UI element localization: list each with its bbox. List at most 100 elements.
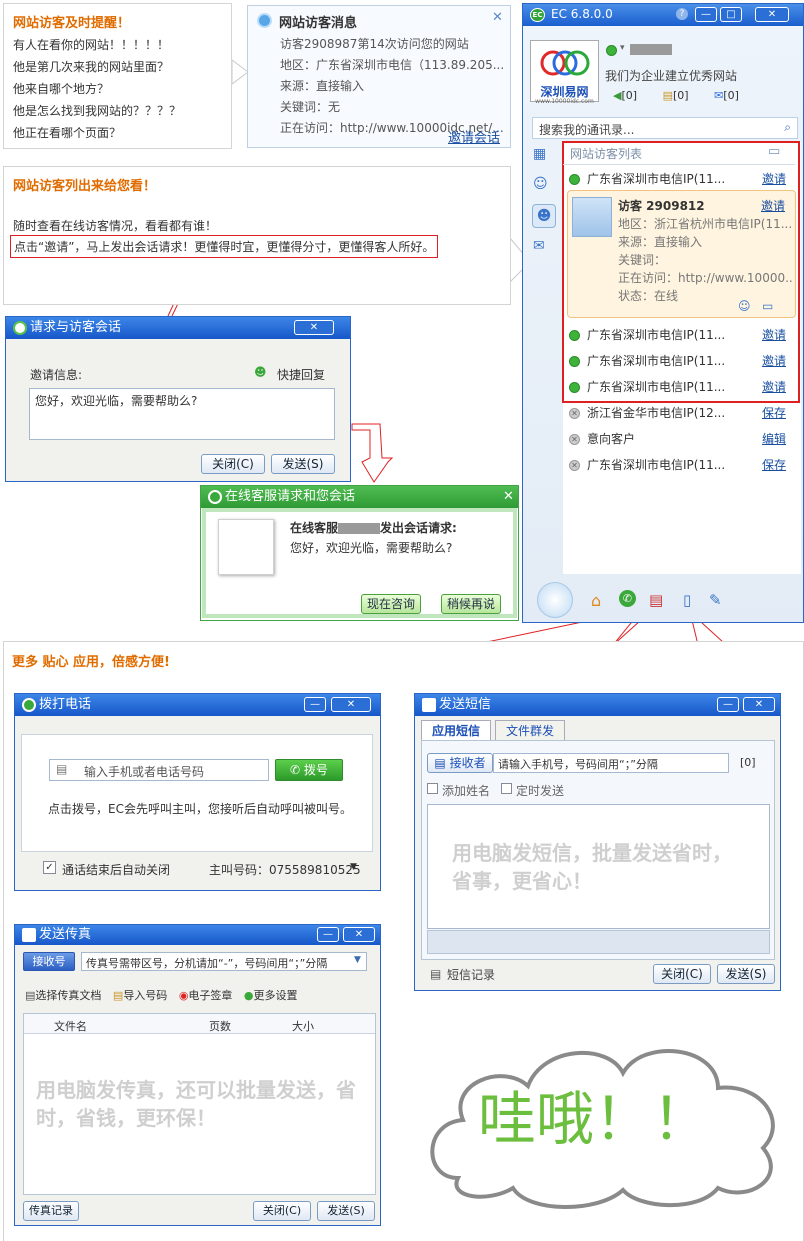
mobile-icon[interactable]: ▯ [683,591,691,609]
tab-app-sms[interactable]: 应用短信 [421,720,491,740]
company-slogan: 我们为企业建立优秀网站 [605,69,738,83]
auto-close-checkbox[interactable]: ✓ [43,861,56,874]
dial-info: 点击拨号，EC会先呼叫主叫，您接听后自动呼叫被叫号。 [48,802,352,816]
more-settings-button[interactable]: 更多设置 [254,989,298,1002]
minimize-button[interactable]: — [695,7,717,22]
sms-window-title: 发送短信 [439,697,492,712]
visitor-row[interactable]: 广东省深圳市电信IP(11... 邀请 [569,170,795,187]
search-icon[interactable]: ⌕ [784,120,791,135]
import-number-button[interactable]: 导入号码 [123,989,167,1002]
addressbook-icon[interactable]: ▤ [56,762,67,776]
quick-reply-button[interactable]: 快捷回复 [277,366,325,383]
chat-bubble-icon[interactable] [537,582,573,618]
avatar[interactable]: 深圳易网 www.10000idc.com [530,40,599,105]
invite-link[interactable]: 邀请 [762,326,786,343]
count-doc[interactable]: [0] [673,89,689,102]
minimize-button[interactable]: — [717,697,739,712]
reminder-title: 网站访客及时提醒！ [13,16,131,31]
help-icon[interactable]: ? [676,8,688,20]
consult-now-button[interactable]: 现在咨询 [361,594,421,614]
save-link[interactable]: 保存 [762,456,786,473]
visitor-row[interactable]: 广东省深圳市电信IP(11... 邀请 [569,378,795,395]
ec-main-window: EC EC 6.8.0.0 ? — □ ✕ 深圳易网 www.10000idc.… [522,3,804,623]
visitor-list-header: 网站访客列表 [570,147,643,161]
calendar-icon[interactable]: ▦ [533,146,555,164]
select-fax-doc-button[interactable]: 选择传真文档 [35,989,101,1002]
invite-link[interactable]: 邀请 [761,197,785,214]
ie-icon [257,13,272,28]
caller-dropdown-icon[interactable]: ▼ [350,862,357,872]
home-icon[interactable]: ⌂ [591,591,601,610]
maximize-button[interactable]: □ [720,7,742,22]
close-icon[interactable]: ✕ [503,486,514,508]
visitor-tab-icon[interactable]: ☻ [532,204,556,228]
close-button[interactable]: ✕ [331,697,371,712]
later-button[interactable]: 稍候再说 [441,594,501,614]
seal-icon: ◉ [178,989,189,1002]
card-view-icon[interactable]: ▭ [762,299,773,313]
visitor-row[interactable]: ✕ 浙江省金华市电信IP(12... 保存 [569,404,795,421]
edit-link[interactable]: 编辑 [762,430,786,447]
phone-number-input[interactable]: ▤ 输入手机或者电话号码 [49,759,269,781]
phone-icon[interactable]: ✆ [619,590,636,607]
dial-button[interactable]: ✆ 拨号 [275,759,343,781]
contact-search-input[interactable]: 搜索我的通讯录... ⌕ [532,117,798,139]
sms-record-link[interactable]: 短信记录 [447,966,495,983]
visitor-row[interactable]: 广东省深圳市电信IP(11... 邀请 [569,352,795,369]
add-name-label: 添加姓名 [442,784,491,798]
add-name-checkbox[interactable] [427,783,438,794]
message-icon[interactable]: ✉ [533,238,555,256]
visitor-row[interactable]: ✕ 广东省深圳市电信IP(11... 保存 [569,456,795,473]
reminder-line: 有人在看你的网站！！！！！ [13,38,170,52]
send-button[interactable]: 发送(S) [717,964,775,984]
list-promo-title: 网站访客列出来给您看！ [13,179,157,194]
tab-file-send[interactable]: 文件群发 [495,720,565,740]
add-contact-icon[interactable]: ☺ [738,299,751,313]
close-button[interactable]: ✕ [343,927,375,942]
invite-link[interactable]: 邀请会话 [448,127,500,146]
fax-record-button[interactable]: 传真记录 [23,1201,79,1221]
request-chat-window: 请求与访客会话 ✕ 邀请信息: ☻ 快捷回复 您好，欢迎光临，需要帮助么? 关闭… [5,316,351,482]
visitor-keyword: 关键词：无 [280,100,341,114]
online-icon [569,174,580,185]
fax-number-dropdown-icon[interactable]: ▼ [354,955,361,965]
fax-receiver-button[interactable]: 接收号 [23,952,75,971]
service-request-text: 发出会话请求: [380,521,457,535]
invite-link[interactable]: 邀请 [762,170,786,187]
count-mail[interactable]: [0] [723,89,739,102]
fax-number-input[interactable]: 传真号需带区号，分机请加“-”，号码间用“；”分隔 [81,952,367,971]
visitor-row[interactable]: 广东省深圳市电信IP(11... 邀请 [569,326,795,343]
edit-icon[interactable]: ✎ [709,591,722,609]
close-icon[interactable]: ✕ [492,10,503,25]
list-promo-highlight: 点击“邀请”，马上发出会话请求！更懂得时宜，更懂得分寸，更懂得客人所好。 [10,235,439,258]
close-button[interactable]: 关闭(C) [253,1201,311,1221]
invite-link[interactable]: 邀请 [762,378,786,395]
close-button[interactable]: 关闭(C) [653,964,711,984]
minimize-button[interactable]: — [317,927,339,942]
dial-window: 拨打电话 — ✕ ▤ 输入手机或者电话号码 ✆ 拨号 点击拨号，EC会先呼叫主叫… [14,693,381,891]
close-button[interactable]: ✕ [743,697,775,712]
timed-send-checkbox[interactable] [501,783,512,794]
chat-icon[interactable]: ▭ [768,144,780,159]
close-button[interactable]: ✕ [755,7,789,22]
send-button[interactable]: 发送(S) [271,454,335,474]
sms-content-textarea[interactable]: 用电脑发短信，批量发送省时，省事，更省心！ [427,804,770,929]
offline-icon: ✕ [569,434,580,445]
minimize-button[interactable]: — [304,697,326,712]
save-link[interactable]: 保存 [762,404,786,421]
sms-phone-input[interactable]: 请输入手机号，号码间用“；”分隔 [493,753,729,773]
count-voice[interactable]: [0] [621,89,637,102]
invite-link[interactable]: 邀请 [762,352,786,369]
contacts-icon[interactable]: ☺ [533,176,555,194]
status-dropdown-icon[interactable]: ▾ [620,43,625,53]
invite-message-input[interactable]: 您好，欢迎光临，需要帮助么? [29,388,335,440]
fax-icon[interactable]: ▤ [649,591,663,609]
online-icon [569,356,580,367]
close-button[interactable]: ✕ [294,320,334,335]
online-status-icon[interactable] [606,45,617,56]
receiver-button[interactable]: ▤ 接收者 [427,753,493,773]
send-button[interactable]: 发送(S) [317,1201,375,1221]
visitor-row[interactable]: ✕ 意向客户 编辑 [569,430,795,447]
close-button[interactable]: 关闭(C) [201,454,265,474]
e-seal-button[interactable]: 电子签章 [188,989,232,1002]
